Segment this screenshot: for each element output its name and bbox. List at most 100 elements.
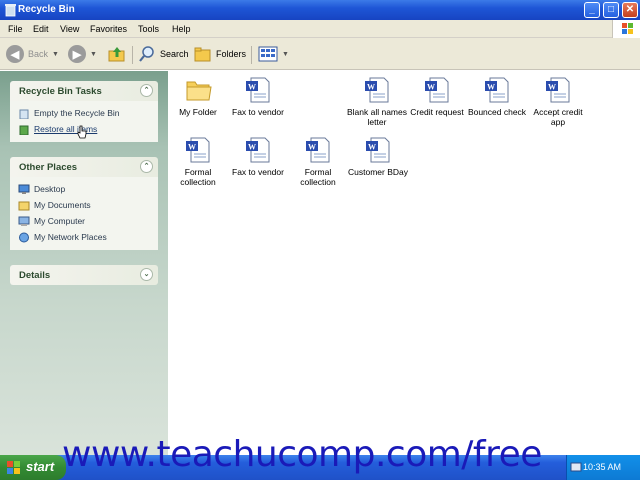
svg-text:W: W: [248, 143, 256, 152]
menu-favorites[interactable]: Favorites: [90, 24, 127, 34]
panel-header[interactable]: Details ⌄: [10, 265, 158, 285]
folders-label: Folders: [216, 49, 247, 59]
svg-text:W: W: [367, 83, 375, 92]
chevron-down-icon: ▼: [282, 50, 289, 58]
my-computer-link[interactable]: My Computer: [18, 213, 158, 229]
file-name: Fax to vendor: [232, 167, 284, 177]
menu-view[interactable]: View: [60, 24, 79, 34]
word-document-icon: W: [186, 137, 210, 163]
toolbar: ◀ Back ▼ ▶ ▼ Search Folders ▼: [0, 38, 640, 70]
panel-header[interactable]: Other Places ⌃: [10, 157, 158, 177]
link-label: Empty the Recycle Bin: [34, 108, 120, 118]
window-title: Recycle Bin: [18, 4, 75, 15]
other-places-panel: Other Places ⌃ Desktop My Documents My C…: [10, 157, 158, 250]
word-document-icon: W: [246, 137, 270, 163]
forward-arrow-icon: ▶: [68, 45, 86, 63]
my-computer-icon: [18, 216, 30, 226]
file-name: Customer BDay: [348, 167, 408, 177]
svg-text:W: W: [548, 83, 556, 92]
maximize-button[interactable]: □: [603, 2, 619, 18]
file-item[interactable]: W Formal collection: [167, 136, 229, 187]
file-name: Formal collection: [300, 167, 336, 187]
file-name: Fax to vendor: [232, 107, 284, 117]
views-button[interactable]: ▼: [258, 44, 289, 64]
panel-header[interactable]: Recycle Bin Tasks ⌃: [10, 81, 158, 101]
recycle-bin-icon: [5, 4, 16, 17]
restore-icon: [19, 125, 29, 135]
link-label: My Computer: [34, 216, 86, 226]
start-button[interactable]: start: [0, 455, 66, 480]
details-panel: Details ⌄: [10, 265, 158, 285]
svg-text:W: W: [368, 143, 376, 152]
close-button[interactable]: ✕: [622, 2, 638, 18]
file-item[interactable]: W Credit request: [406, 76, 468, 117]
file-item[interactable]: W Formal collection: [287, 136, 349, 187]
windows-logo-icon: [612, 20, 640, 38]
back-button[interactable]: ◀ Back ▼: [6, 44, 59, 64]
my-documents-link[interactable]: My Documents: [18, 197, 158, 213]
link-label: Restore all items: [34, 124, 98, 134]
my-network-places-link[interactable]: My Network Places: [18, 229, 158, 245]
desktop-link[interactable]: Desktop: [18, 181, 158, 197]
empty-recycle-bin-link[interactable]: Empty the Recycle Bin: [18, 105, 158, 121]
file-item[interactable]: W Fax to vendor: [227, 76, 289, 117]
svg-text:W: W: [427, 83, 435, 92]
title-bar: Recycle Bin _ □ ✕: [0, 0, 640, 20]
up-folder-icon: [108, 47, 125, 62]
collapse-chevron-icon[interactable]: ⌃: [140, 84, 153, 97]
file-item[interactable]: W Customer BDay: [347, 136, 409, 177]
search-button[interactable]: Search: [138, 44, 189, 64]
panel-title: Recycle Bin Tasks: [19, 86, 102, 97]
expand-chevron-icon[interactable]: ⌄: [140, 268, 153, 281]
file-name: My Folder: [179, 107, 217, 117]
restore-all-items-link[interactable]: Restore all items: [18, 121, 158, 139]
views-icon: [258, 46, 278, 62]
toolbar-separator: [251, 46, 252, 64]
task-pane: Recycle Bin Tasks ⌃ Empty the Recycle Bi…: [0, 71, 168, 455]
collapse-chevron-icon[interactable]: ⌃: [140, 160, 153, 173]
panel-body: Empty the Recycle Bin Restore all items: [10, 101, 158, 142]
menu-edit[interactable]: Edit: [33, 24, 49, 34]
folder-icon: [186, 81, 212, 101]
toolbar-separator: [132, 46, 133, 64]
menu-file[interactable]: File: [8, 24, 23, 34]
search-icon: [139, 46, 154, 62]
word-document-icon: W: [246, 77, 270, 103]
search-label: Search: [160, 49, 189, 59]
menu-help[interactable]: Help: [172, 24, 191, 34]
file-item[interactable]: My Folder: [167, 76, 229, 117]
panel-title: Details: [19, 270, 51, 281]
file-item[interactable]: W Bounced check: [466, 76, 528, 117]
up-folder-button[interactable]: [108, 44, 126, 64]
menu-tools[interactable]: Tools: [138, 24, 159, 34]
file-item[interactable]: W Fax to vendor: [227, 136, 289, 177]
link-label: Desktop: [34, 184, 66, 194]
windows-flag-icon: [7, 461, 20, 474]
my-documents-icon: [18, 201, 30, 210]
file-name: Accept credit app: [533, 107, 583, 127]
forward-button[interactable]: ▶ ▼: [68, 44, 97, 64]
menu-bar: File Edit View Favorites Tools Help: [0, 20, 640, 38]
start-label: start: [26, 459, 55, 474]
recycle-bin-icon: [19, 109, 29, 119]
folders-button[interactable]: Folders: [194, 44, 246, 64]
word-document-icon: W: [546, 77, 570, 103]
minimize-button[interactable]: _: [584, 2, 600, 18]
clock: 10:35 AM: [583, 462, 622, 472]
word-document-icon: W: [425, 77, 449, 103]
file-item[interactable]: W Blank all names letter: [346, 76, 408, 127]
chevron-down-icon: ▼: [90, 50, 97, 58]
file-item[interactable]: W Accept credit app: [527, 76, 589, 127]
svg-text:W: W: [188, 143, 196, 152]
link-label: My Network Places: [34, 232, 107, 242]
chevron-down-icon: ▼: [52, 50, 59, 58]
link-label: My Documents: [34, 200, 91, 210]
network-places-icon: [19, 232, 29, 242]
word-document-icon: W: [306, 137, 330, 163]
tray-icon: [570, 462, 582, 472]
recycle-bin-tasks-panel: Recycle Bin Tasks ⌃ Empty the Recycle Bi…: [10, 81, 158, 142]
hand-cursor-icon: [77, 125, 87, 139]
file-list-view: My Folder W Fax to vendor W Blank all na…: [168, 71, 640, 455]
file-name: Credit request: [410, 107, 464, 117]
file-name: Blank all names letter: [346, 107, 407, 127]
